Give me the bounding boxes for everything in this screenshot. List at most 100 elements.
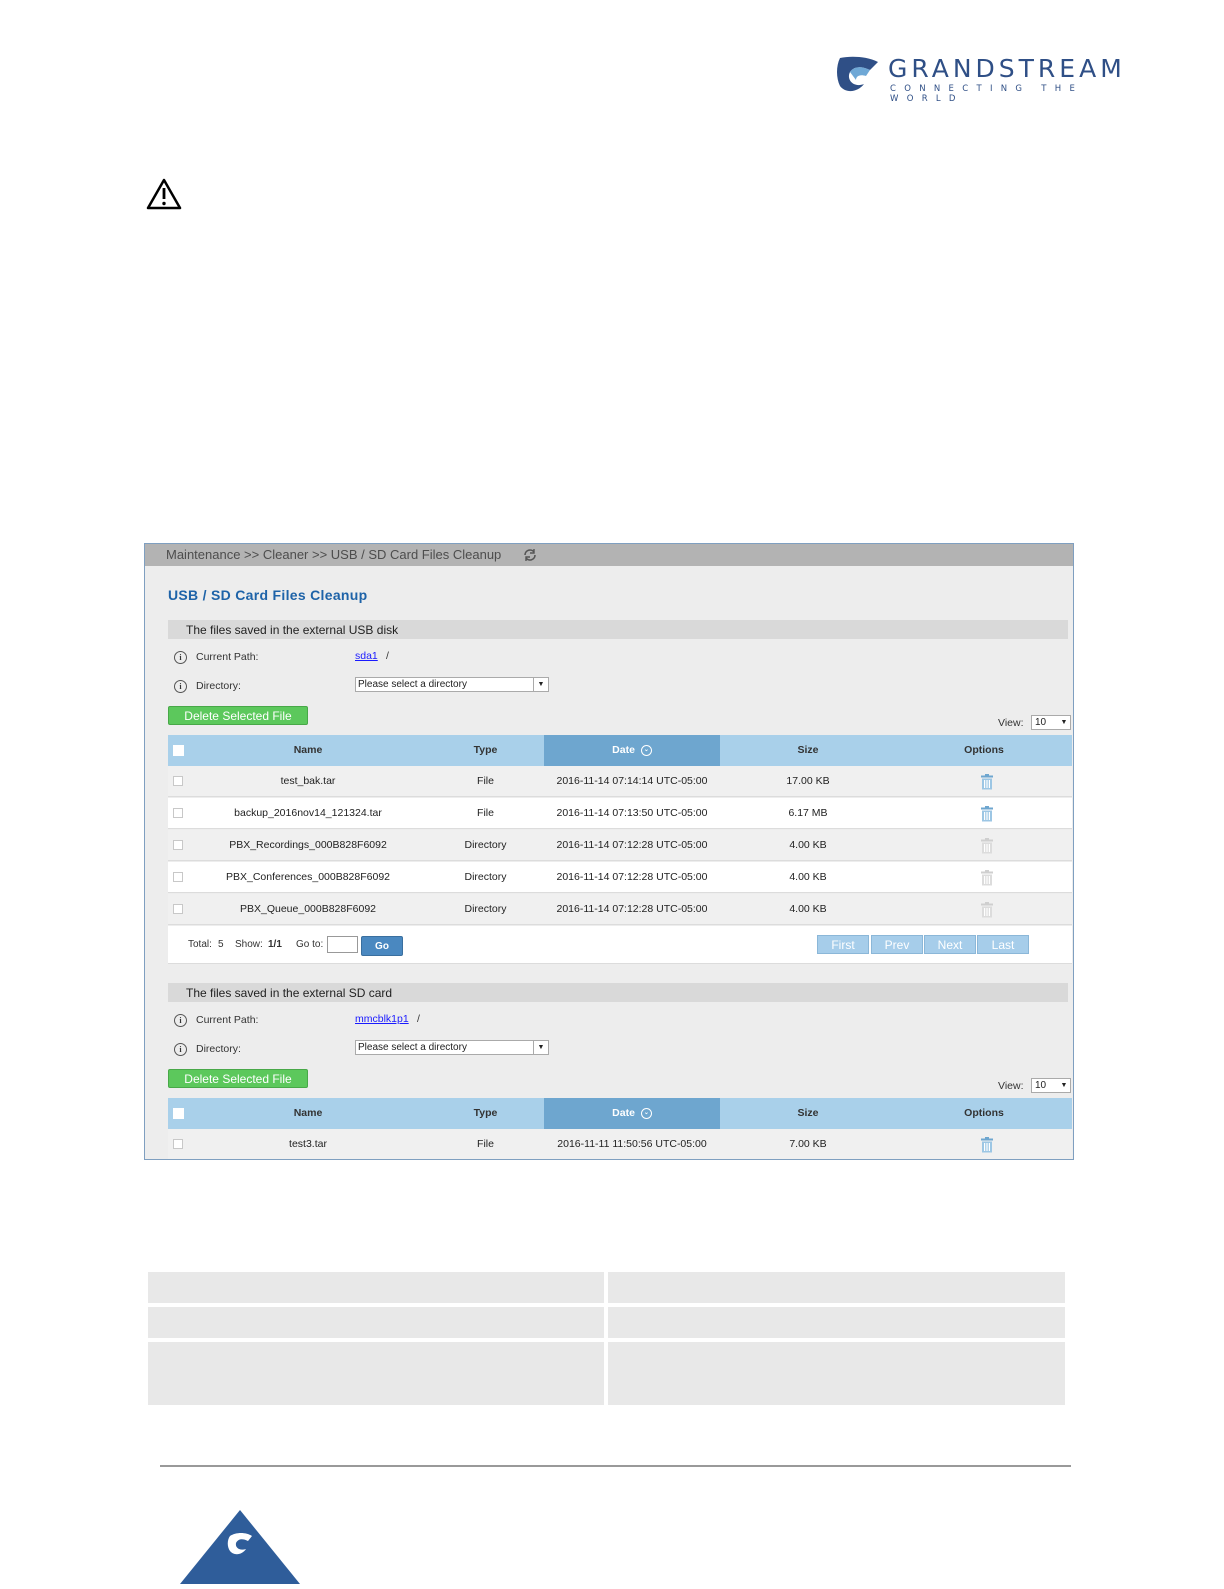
usb-view-select[interactable]: 10 ▼	[1031, 715, 1071, 730]
last-page-button[interactable]: Last	[977, 935, 1029, 954]
row-checkbox[interactable]	[173, 808, 183, 818]
file-type: Directory	[464, 903, 507, 915]
table-cell	[608, 1342, 1065, 1405]
prev-page-button[interactable]: Prev	[871, 935, 923, 954]
info-icon[interactable]: i	[174, 651, 187, 664]
table-row[interactable]: test_bak.tar File 2016-11-14 07:14:14 UT…	[168, 766, 1072, 797]
row-checkbox[interactable]	[173, 1139, 183, 1149]
delete-trash-icon[interactable]	[980, 774, 994, 790]
table-row[interactable]: backup_2016nov14_121324.tar File 2016-11…	[168, 798, 1072, 829]
file-name: PBX_Recordings_000B828F6092	[229, 839, 387, 851]
sd-section-title: The files saved in the external SD card	[186, 986, 393, 1000]
first-page-button[interactable]: First	[817, 935, 869, 954]
file-type: File	[477, 775, 494, 787]
goto-page-input[interactable]	[327, 936, 358, 953]
column-date[interactable]: Date ⌄	[544, 1098, 720, 1129]
table-cell	[148, 1272, 604, 1303]
column-date[interactable]: Date ⌄	[544, 735, 720, 766]
usb-directory-select[interactable]: Please select a directory ▼	[355, 677, 549, 692]
dropdown-arrow-icon[interactable]: ▼	[533, 678, 548, 691]
brand-name: GRANDSTREAM	[888, 54, 1126, 83]
column-name[interactable]: Name	[258, 1098, 358, 1129]
table-cell	[148, 1307, 604, 1338]
table-cell	[148, 1342, 604, 1405]
file-size: 7.00 KB	[789, 1138, 827, 1150]
column-name[interactable]: Name	[258, 735, 358, 766]
delete-trash-icon-disabled	[981, 870, 993, 886]
dropdown-arrow-icon[interactable]: ▼	[1058, 1079, 1070, 1092]
file-date: 2016-11-14 07:12:28 UTC-05:00	[556, 903, 708, 915]
row-checkbox[interactable]	[173, 904, 183, 914]
usb-delete-selected-button[interactable]: Delete Selected File	[168, 706, 308, 725]
view-label: View:	[998, 717, 1024, 729]
file-size: 4.00 KB	[789, 839, 827, 851]
table-cell	[608, 1272, 1065, 1303]
current-path-label: Current Path:	[196, 651, 259, 663]
dropdown-arrow-icon[interactable]: ▼	[533, 1041, 548, 1054]
refresh-icon[interactable]	[522, 547, 538, 563]
table-row[interactable]: test3.tar File 2016-11-11 11:50:56 UTC-0…	[168, 1129, 1072, 1159]
row-checkbox[interactable]	[173, 840, 183, 850]
table-row[interactable]: PBX_Queue_000B828F6092 Directory 2016-11…	[168, 894, 1072, 925]
file-date: 2016-11-14 07:13:50 UTC-05:00	[556, 807, 708, 819]
file-name: test_bak.tar	[280, 775, 336, 787]
row-checkbox[interactable]	[173, 872, 183, 882]
usb-section-header: The files saved in the external USB disk	[168, 620, 1068, 639]
directory-select-value: Please select a directory	[358, 679, 467, 690]
sd-table-header: Name Type Date ⌄ Size Options	[168, 1098, 1072, 1129]
sd-section-header: The files saved in the external SD card	[168, 983, 1068, 1002]
sd-view-select[interactable]: 10 ▼	[1031, 1078, 1071, 1093]
file-name: PBX_Queue_000B828F6092	[239, 903, 377, 915]
sd-directory-select[interactable]: Please select a directory ▼	[355, 1040, 549, 1055]
file-type: Directory	[464, 839, 507, 851]
show-pages: 1/1	[268, 939, 282, 950]
breadcrumb-bar: Maintenance >> Cleaner >> USB / SD Card …	[145, 544, 1073, 566]
file-type: File	[477, 807, 494, 819]
usb-path-link[interactable]: sda1	[355, 650, 378, 662]
column-size[interactable]: Size	[768, 735, 848, 766]
footer-divider	[160, 1465, 1071, 1467]
file-date: 2016-11-14 07:12:28 UTC-05:00	[556, 871, 708, 883]
sd-path-link[interactable]: mmcblk1p1	[355, 1013, 409, 1025]
dropdown-arrow-icon[interactable]: ▼	[1058, 716, 1070, 729]
info-icon[interactable]: i	[174, 1014, 187, 1027]
file-size: 4.00 KB	[789, 903, 827, 915]
view-select-value: 10	[1035, 717, 1047, 728]
next-page-button[interactable]: Next	[924, 935, 976, 954]
file-size: 4.00 KB	[789, 871, 827, 883]
sd-delete-selected-button[interactable]: Delete Selected File	[168, 1069, 308, 1088]
delete-trash-icon[interactable]	[980, 1137, 994, 1153]
table-cell	[608, 1307, 1065, 1338]
show-label: Show:	[235, 939, 263, 950]
file-name: test3.tar	[289, 1138, 327, 1150]
select-all-checkbox[interactable]	[173, 745, 184, 756]
go-button[interactable]: Go	[361, 936, 403, 956]
file-date: 2016-11-14 07:14:14 UTC-05:00	[556, 775, 708, 787]
sort-down-icon: ⌄	[640, 1107, 652, 1119]
delete-trash-icon[interactable]	[980, 806, 994, 822]
column-date-label: Date	[612, 744, 635, 756]
current-path-label: Current Path:	[196, 1014, 259, 1026]
column-type[interactable]: Type	[448, 735, 523, 766]
directory-label: Directory:	[196, 680, 241, 692]
usb-sd-cleanup-panel: Maintenance >> Cleaner >> USB / SD Card …	[144, 543, 1074, 1160]
path-separator: /	[386, 650, 389, 662]
select-all-checkbox[interactable]	[173, 1108, 184, 1119]
usb-table-header: Name Type Date ⌄ Size Options	[168, 735, 1072, 766]
row-checkbox[interactable]	[173, 776, 183, 786]
grandstream-emblem-icon	[837, 56, 878, 92]
directory-select-value: Please select a directory	[358, 1042, 467, 1053]
table-row[interactable]: PBX_Recordings_000B828F6092 Directory 20…	[168, 830, 1072, 861]
delete-trash-icon-disabled	[981, 902, 993, 918]
info-icon[interactable]: i	[174, 680, 187, 693]
column-options: Options	[964, 744, 1004, 756]
column-size[interactable]: Size	[768, 1098, 848, 1129]
breadcrumb: Maintenance >> Cleaner >> USB / SD Card …	[166, 547, 502, 562]
column-type[interactable]: Type	[448, 1098, 523, 1129]
file-date: 2016-11-14 07:12:28 UTC-05:00	[556, 839, 708, 851]
brand-tagline: CONNECTING THE WORLD	[890, 84, 1084, 104]
table-row[interactable]: PBX_Conferences_000B828F6092 Directory 2…	[168, 862, 1072, 893]
total-count: 5	[218, 939, 224, 950]
info-icon[interactable]: i	[174, 1043, 187, 1056]
usb-pagination: Total: 5 Show: 1/1 Go to: Go First Prev …	[168, 926, 1072, 964]
